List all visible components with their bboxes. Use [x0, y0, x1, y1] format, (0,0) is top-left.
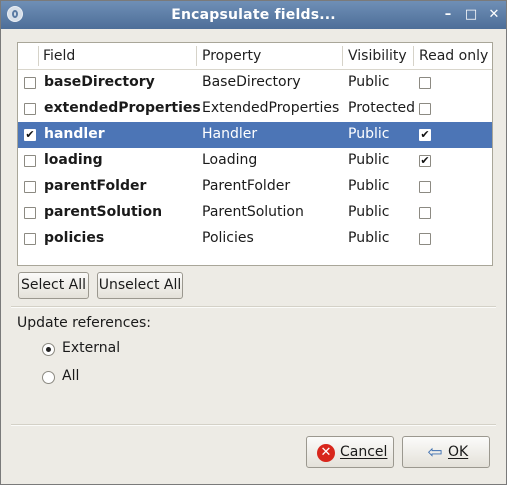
- visibility-value[interactable]: Public: [348, 178, 389, 194]
- row-checkbox[interactable]: ✔: [24, 129, 36, 141]
- row-checkbox[interactable]: [24, 181, 36, 193]
- property-name[interactable]: Handler: [202, 126, 257, 142]
- close-icon[interactable]: ✕: [485, 6, 503, 24]
- read-only-checkbox[interactable]: [419, 103, 431, 115]
- property-name[interactable]: ExtendedProperties: [202, 100, 339, 116]
- property-name[interactable]: ParentSolution: [202, 204, 304, 220]
- column-separator: [38, 46, 39, 66]
- visibility-value[interactable]: Public: [348, 230, 389, 246]
- row-checkbox[interactable]: [24, 233, 36, 245]
- cancel-button-label: Cancel: [340, 444, 388, 460]
- property-name[interactable]: BaseDirectory: [202, 74, 301, 90]
- table-row[interactable]: extendedProperties ExtendedProperties Prot…: [18, 96, 492, 122]
- header-property[interactable]: Property: [202, 48, 261, 64]
- field-name: loading: [44, 152, 103, 168]
- radio-all-label[interactable]: All: [62, 368, 79, 384]
- row-checkbox[interactable]: [24, 103, 36, 115]
- field-name: parentSolution: [44, 204, 163, 220]
- unselect-all-button[interactable]: Unselect All: [97, 272, 183, 299]
- table-row[interactable]: parentSolution ParentSolution Public: [18, 200, 492, 226]
- table-row[interactable]: loading Loading Public ✔: [18, 148, 492, 174]
- radio-all[interactable]: [42, 371, 55, 384]
- ok-button-label: OK: [448, 444, 469, 460]
- field-name: parentFolder: [44, 178, 147, 194]
- read-only-checkbox[interactable]: [419, 77, 431, 89]
- select-all-button[interactable]: Select All: [18, 272, 89, 299]
- property-name[interactable]: Loading: [202, 152, 257, 168]
- row-checkbox[interactable]: [24, 207, 36, 219]
- header-read-only[interactable]: Read only: [419, 48, 488, 64]
- column-separator: [196, 46, 197, 66]
- field-name: policies: [44, 230, 105, 246]
- table-row[interactable]: parentFolder ParentFolder Public: [18, 174, 492, 200]
- maximize-icon[interactable]: □: [462, 6, 480, 24]
- ok-arrow-icon: ⇦: [427, 442, 443, 463]
- table-row[interactable]: baseDirectory BaseDirectory Public: [18, 70, 492, 96]
- title-bar[interactable]: Encapsulate fields... – □ ✕: [1, 1, 506, 29]
- visibility-value[interactable]: Protected: [348, 100, 415, 116]
- window-title: Encapsulate fields...: [171, 7, 336, 23]
- field-name: extendedProperties: [44, 100, 201, 116]
- update-references-label: Update references:: [17, 315, 152, 331]
- column-separator: [413, 46, 414, 66]
- ok-button[interactable]: ⇦ OK: [402, 436, 490, 468]
- visibility-value[interactable]: Public: [348, 74, 389, 90]
- separator: [11, 306, 496, 308]
- row-checkbox[interactable]: [24, 77, 36, 89]
- visibility-value[interactable]: Public: [348, 204, 389, 220]
- fields-table: Field Property Visibility Read only base…: [17, 42, 493, 266]
- radio-external[interactable]: [42, 343, 55, 356]
- field-name: handler: [44, 126, 105, 142]
- radio-external-label[interactable]: External: [62, 340, 120, 356]
- cancel-button[interactable]: ✕ Cancel: [306, 436, 394, 468]
- read-only-checkbox[interactable]: ✔: [419, 155, 431, 167]
- dialog-window: Encapsulate fields... – □ ✕ Field Proper…: [0, 0, 507, 485]
- table-header: Field Property Visibility Read only: [18, 43, 492, 70]
- header-field[interactable]: Field: [43, 48, 75, 64]
- read-only-checkbox[interactable]: [419, 233, 431, 245]
- field-name: baseDirectory: [44, 74, 155, 90]
- separator: [11, 424, 496, 426]
- cancel-icon: ✕: [317, 444, 335, 462]
- minimize-icon[interactable]: –: [439, 6, 457, 24]
- visibility-value[interactable]: Public: [348, 152, 389, 168]
- column-separator: [342, 46, 343, 66]
- table-row[interactable]: ✔ handler Handler Public ✔: [18, 122, 492, 148]
- row-checkbox[interactable]: [24, 155, 36, 167]
- header-visibility[interactable]: Visibility: [348, 48, 407, 64]
- table-row[interactable]: policies Policies Public: [18, 226, 492, 252]
- read-only-checkbox[interactable]: [419, 181, 431, 193]
- read-only-checkbox[interactable]: ✔: [419, 129, 431, 141]
- property-name[interactable]: Policies: [202, 230, 254, 246]
- read-only-checkbox[interactable]: [419, 207, 431, 219]
- visibility-value[interactable]: Public: [348, 126, 389, 142]
- property-name[interactable]: ParentFolder: [202, 178, 290, 194]
